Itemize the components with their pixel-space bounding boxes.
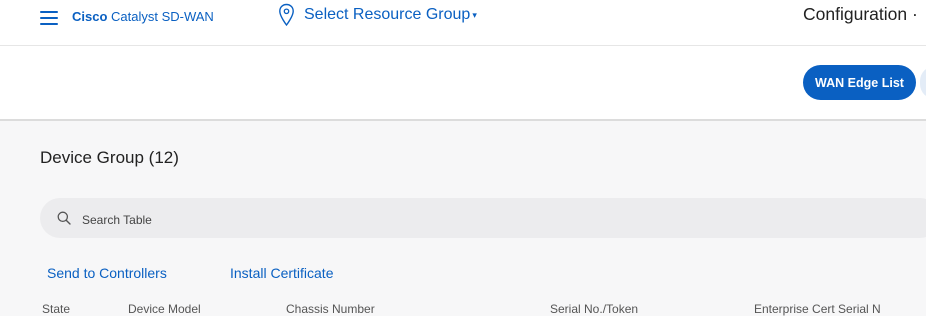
column-header-state[interactable]: State <box>42 302 70 316</box>
section-title: Device Group (12) <box>40 148 179 167</box>
hamburger-menu-icon[interactable] <box>40 10 58 26</box>
brand-cisco: Cisco <box>72 9 108 24</box>
column-header-serial-no[interactable]: Serial No./Token <box>550 302 638 316</box>
column-header-chassis-number[interactable]: Chassis Number <box>286 302 375 316</box>
install-certificate-link[interactable]: Install Certificate <box>230 265 333 281</box>
search-bar[interactable] <box>40 198 926 238</box>
column-header-device-model[interactable]: Device Model <box>128 302 201 316</box>
resource-group-label: Select Resource Group <box>304 6 471 23</box>
resource-group-selector[interactable]: Select Resource Group ▾ <box>278 3 477 27</box>
column-header-enterprise-cert[interactable]: Enterprise Cert Serial N <box>754 302 881 316</box>
top-navigation-bar: Cisco Catalyst SD-WAN Select Resource Gr… <box>0 0 926 46</box>
chevron-down-icon: ▾ <box>472 9 477 20</box>
location-pin-icon <box>279 3 294 27</box>
send-to-controllers-link[interactable]: Send to Controllers <box>47 265 167 281</box>
action-bar: WAN Edge List <box>0 46 926 121</box>
wan-edge-list-button[interactable]: WAN Edge List <box>803 65 916 100</box>
secondary-action-button[interactable] <box>920 66 926 99</box>
product-brand: Cisco Catalyst SD-WAN <box>72 9 214 24</box>
search-icon <box>57 211 71 225</box>
page-title: Configuration · <box>803 4 918 24</box>
search-input[interactable] <box>80 208 484 232</box>
brand-product-name: Catalyst SD-WAN <box>107 9 214 24</box>
